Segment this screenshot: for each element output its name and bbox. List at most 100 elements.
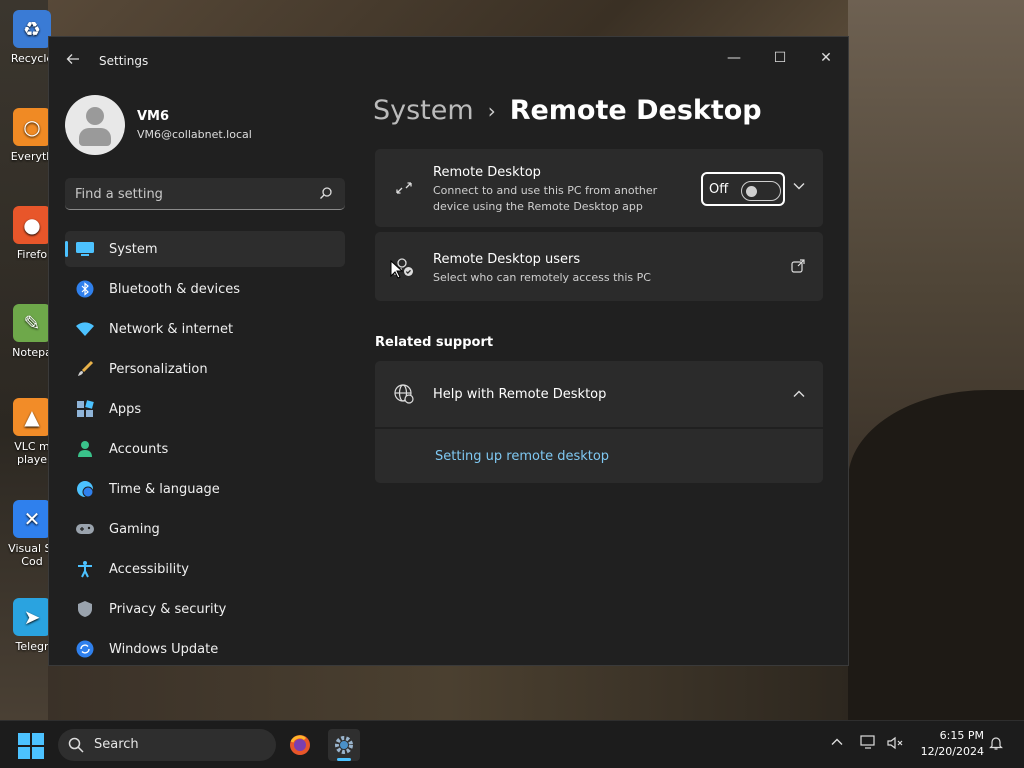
nav-item-system[interactable]: System: [65, 231, 345, 267]
title-bar: Settings — ☐ ✕: [49, 37, 848, 85]
globe-clock-icon: [75, 479, 95, 499]
remote-users-title: Remote Desktop users: [433, 252, 581, 267]
avatar[interactable]: [65, 95, 125, 155]
avatar-body: [79, 128, 111, 146]
nav-item-accounts[interactable]: Accounts: [65, 431, 345, 467]
remote-desktop-subtitle-1: Connect to and use this PC from another: [433, 184, 658, 197]
user-name: VM6: [137, 109, 170, 124]
desktop-app-icon: ✎: [13, 304, 51, 342]
nav-item-label: Time & language: [109, 481, 220, 497]
maximize-button[interactable]: ☐: [757, 43, 803, 73]
toggle-knob: [746, 186, 757, 197]
breadcrumb-separator-icon: ›: [487, 98, 496, 123]
mouse-cursor-icon: [390, 260, 404, 279]
brush-icon: [75, 359, 95, 379]
chevron-down-icon[interactable]: [793, 179, 805, 194]
back-arrow-icon[interactable]: [63, 51, 83, 71]
taskbar-clock[interactable]: 6:15 PM 12/20/2024: [914, 728, 984, 760]
accessibility-icon: [75, 559, 95, 579]
taskbar: Search 6:15 PM 12/20/2024: [0, 720, 1024, 768]
avatar-head: [86, 107, 104, 125]
desktop-app-icon: ●: [13, 206, 51, 244]
windows-logo-tile: [32, 733, 44, 745]
nav-item-label: Bluetooth & devices: [109, 281, 240, 297]
taskbar-search-label: Search: [94, 737, 139, 752]
windows-logo-tile: [18, 747, 30, 759]
page-title: Remote Desktop: [509, 95, 762, 126]
person-icon: [75, 439, 95, 459]
remote-desktop-icon: [391, 175, 417, 201]
settings-nav: System Bluetooth & devices Network & inter…: [65, 231, 345, 665]
windows-logo-tile: [32, 747, 44, 759]
window-title: Settings: [99, 54, 149, 68]
network-status-icon[interactable]: [860, 735, 878, 755]
open-external-icon[interactable]: [791, 259, 805, 277]
search-icon: [68, 737, 84, 753]
desktop-background-shape: [848, 390, 1024, 720]
remote-desktop-users-card[interactable]: Remote Desktop users Select who can remo…: [375, 232, 823, 301]
nav-item-bluetooth-devices[interactable]: Bluetooth & devices: [65, 271, 345, 307]
clock-time: 6:15 PM: [939, 729, 984, 742]
nav-item-label: Accessibility: [109, 561, 189, 577]
nav-item-label: Personalization: [109, 361, 208, 377]
update-icon: [75, 639, 95, 659]
close-button[interactable]: ✕: [803, 43, 848, 73]
help-title: Help with Remote Desktop: [433, 387, 607, 402]
remote-desktop-subtitle-2: device using the Remote Desktop app: [433, 200, 643, 213]
nav-item-label: Network & internet: [109, 321, 234, 337]
desktop-app-icon: ○: [13, 108, 51, 146]
related-support-heading: Related support: [375, 335, 494, 350]
settings-window: Settings — ☐ ✕ VM6 VM6@collabnet.local S…: [48, 36, 849, 666]
desktop-background-bottom: [48, 665, 848, 720]
bluetooth-icon: [75, 279, 95, 299]
toggle-state-label: Off: [709, 182, 729, 197]
breadcrumb-parent[interactable]: System: [373, 95, 474, 126]
search-icon[interactable]: [319, 186, 333, 200]
desktop-app-icon: ✕: [13, 500, 51, 538]
shield-icon: [75, 599, 95, 619]
apps-icon: [75, 399, 95, 419]
taskbar-search[interactable]: Search: [58, 729, 276, 761]
desktop-app-icon: ➤: [13, 598, 51, 636]
nav-item-apps[interactable]: Apps: [65, 391, 345, 427]
find-setting-box[interactable]: [65, 178, 345, 210]
gamepad-icon: [75, 519, 95, 539]
wifi-icon: [75, 319, 95, 339]
nav-item-accessibility[interactable]: Accessibility: [65, 551, 345, 587]
remote-desktop-title: Remote Desktop: [433, 165, 541, 180]
clock-date: 12/20/2024: [920, 745, 984, 758]
tray-chevron-up-icon[interactable]: [830, 735, 844, 753]
notification-bell-icon[interactable]: [988, 735, 1004, 755]
desktop-app-icon: ♻: [13, 10, 51, 48]
firefox-taskbar-icon[interactable]: [284, 729, 316, 761]
remote-users-subtitle: Select who can remotely access this PC: [433, 271, 651, 284]
volume-muted-icon[interactable]: [886, 735, 904, 755]
settings-taskbar-icon[interactable]: [328, 729, 360, 761]
nav-item-gaming[interactable]: Gaming: [65, 511, 345, 547]
monitor-icon: [75, 239, 95, 259]
minimize-button[interactable]: —: [711, 43, 757, 73]
remote-desktop-card[interactable]: Remote Desktop Connect to and use this P…: [375, 149, 823, 227]
remote-desktop-toggle-wrapper[interactable]: Off: [701, 172, 785, 206]
user-email: VM6@collabnet.local: [137, 128, 252, 141]
find-setting-input[interactable]: [75, 184, 305, 204]
nav-item-network-internet[interactable]: Network & internet: [65, 311, 345, 347]
help-remote-desktop-card[interactable]: Help with Remote Desktop: [375, 361, 823, 427]
remote-desktop-toggle[interactable]: [741, 181, 781, 201]
start-button[interactable]: [18, 733, 44, 759]
desktop-app-icon: ▲: [13, 398, 51, 436]
nav-item-personalization[interactable]: Personalization: [65, 351, 345, 387]
nav-item-label: Gaming: [109, 521, 160, 537]
nav-item-label: Privacy & security: [109, 601, 227, 617]
setting-up-remote-desktop-link[interactable]: Setting up remote desktop: [435, 449, 609, 464]
nav-item-label: Accounts: [109, 441, 169, 457]
nav-item-windows-update[interactable]: Windows Update: [65, 631, 345, 665]
breadcrumb: System › Remote Desktop: [373, 95, 762, 126]
nav-item-label: System: [109, 241, 158, 257]
nav-item-time-language[interactable]: Time & language: [65, 471, 345, 507]
nav-item-label: Apps: [109, 401, 142, 417]
nav-item-privacy-security[interactable]: Privacy & security: [65, 591, 345, 627]
nav-item-label: Windows Update: [109, 641, 219, 657]
windows-logo-tile: [18, 733, 30, 745]
chevron-up-icon[interactable]: [793, 387, 805, 402]
